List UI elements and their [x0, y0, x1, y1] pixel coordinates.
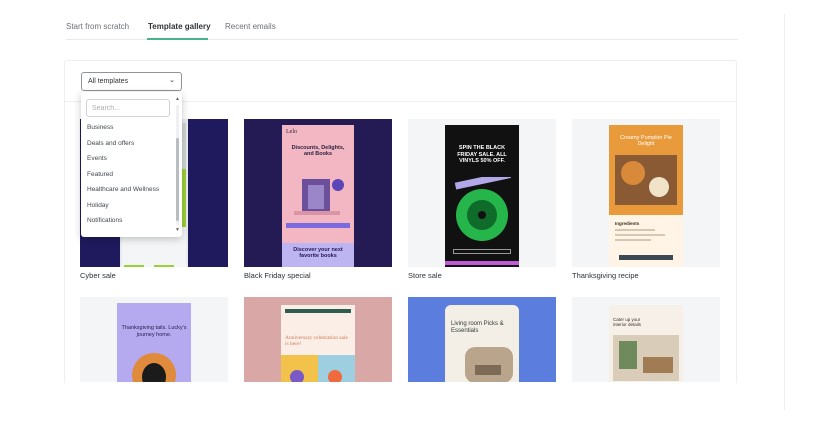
dropdown-scrollbar[interactable]: ▲ ▼: [175, 96, 180, 233]
template-name: Store sale: [408, 271, 442, 280]
preview-button: [453, 249, 511, 254]
chevron-down-icon: ⌄: [169, 77, 175, 84]
email-preview: Anniversary celebration sale is here!: [281, 305, 355, 382]
text-line: [615, 234, 665, 236]
preview-headline: Living room Picks & Essentials: [451, 321, 504, 334]
template-thumbnail[interactable]: SPIN THE BLACK FRIDAY SALE. ALL VINYLS 5…: [408, 119, 556, 267]
template-picker: Start from scratch Template gallery Rece…: [0, 0, 822, 434]
preview-headline: Thanksgiving tails. Lucky's journey home…: [121, 325, 187, 338]
dog-photo: [132, 353, 176, 382]
select-value: All templates: [88, 78, 129, 85]
preview-button: [286, 223, 350, 228]
template-name: Cyber sale: [80, 271, 116, 280]
dropdown-item-events[interactable]: Events: [87, 155, 107, 162]
template-thumbnail[interactable]: Creamy Pumpkin Pie Delight Ingredients: [572, 119, 720, 267]
template-thumbnail[interactable]: Cater up your interior details: [572, 297, 720, 382]
template-name: Thanksgiving recipe: [572, 271, 639, 280]
product-photo: [281, 355, 355, 382]
template-thumbnail[interactable]: Anniversary celebration sale is here!: [244, 297, 392, 382]
email-preview: Creamy Pumpkin Pie Delight Ingredients: [609, 125, 683, 267]
category-search-input[interactable]: [86, 99, 170, 117]
scroll-down-icon[interactable]: ▼: [175, 227, 180, 233]
category-dropdown: Business Deals and offers Events Feature…: [81, 92, 182, 237]
template-thumbnail[interactable]: Thanksgiving tails. Lucky's journey home…: [80, 297, 228, 382]
preview-headline: SPIN THE BLACK FRIDAY SALE. ALL VINYLS 5…: [457, 145, 507, 165]
email-preview: SPIN THE BLACK FRIDAY SALE. ALL VINYLS 5…: [445, 125, 519, 267]
preview-headline: Discounts, Delights, and Books: [291, 145, 345, 158]
email-preview: Cater up your interior details: [609, 305, 683, 382]
template-thumbnail[interactable]: Lelo Discounts, Delights, and Books Disc…: [244, 119, 392, 267]
active-tab-indicator: [147, 38, 208, 40]
dropdown-item-notifications[interactable]: Notifications: [87, 217, 122, 224]
divider: [784, 14, 785, 410]
text-line: [615, 229, 655, 231]
preview-section: Ingredients: [615, 221, 640, 226]
preview-headline: Creamy Pumpkin Pie Delight: [620, 135, 672, 148]
dropdown-item-holiday[interactable]: Holiday: [87, 202, 109, 209]
preview-header-bar: [285, 309, 351, 313]
template-category-select[interactable]: All templates ⌄: [81, 72, 182, 91]
email-preview: Lelo Discounts, Delights, and Books Disc…: [282, 125, 354, 267]
email-preview: Living room Picks & Essentials: [445, 305, 519, 382]
preview-footer-text: Discover your next favorite books: [293, 247, 343, 260]
template-name: Black Friday special: [244, 271, 311, 280]
tab-start-from-scratch[interactable]: Start from scratch: [66, 22, 129, 31]
tab-template-gallery[interactable]: Template gallery: [148, 22, 211, 31]
pie-photo: [615, 155, 677, 205]
text-line: [615, 239, 651, 241]
dropdown-item-deals-and-offers[interactable]: Deals and offers: [87, 140, 134, 147]
scroll-thumb[interactable]: [176, 138, 179, 221]
email-preview: Thanksgiving tails. Lucky's journey home…: [117, 303, 191, 382]
vinyl-illustration: [454, 177, 511, 241]
dropdown-item-featured[interactable]: Featured: [87, 171, 113, 178]
scroll-up-icon[interactable]: ▲: [175, 96, 180, 102]
tab-recent-emails[interactable]: Recent emails: [225, 22, 276, 31]
preview-headline: Cater up your interior details: [613, 317, 642, 328]
room-photo: [465, 347, 513, 382]
tab-bar: Start from scratch Template gallery Rece…: [66, 18, 738, 40]
preview-headline: Anniversary celebration sale is here!: [285, 335, 348, 348]
books-illustration: [294, 179, 344, 215]
dropdown-item-business[interactable]: Business: [87, 124, 113, 131]
interior-photo: [613, 335, 679, 381]
preview-brand: Lelo: [286, 129, 297, 135]
preview-footer: Discover your next favorite books: [282, 243, 354, 267]
template-thumbnail[interactable]: Living room Picks & Essentials: [408, 297, 556, 382]
dropdown-item-healthcare-and-wellness[interactable]: Healthcare and Wellness: [87, 186, 159, 193]
preview-bar: [445, 261, 519, 265]
preview-button: [619, 255, 673, 260]
